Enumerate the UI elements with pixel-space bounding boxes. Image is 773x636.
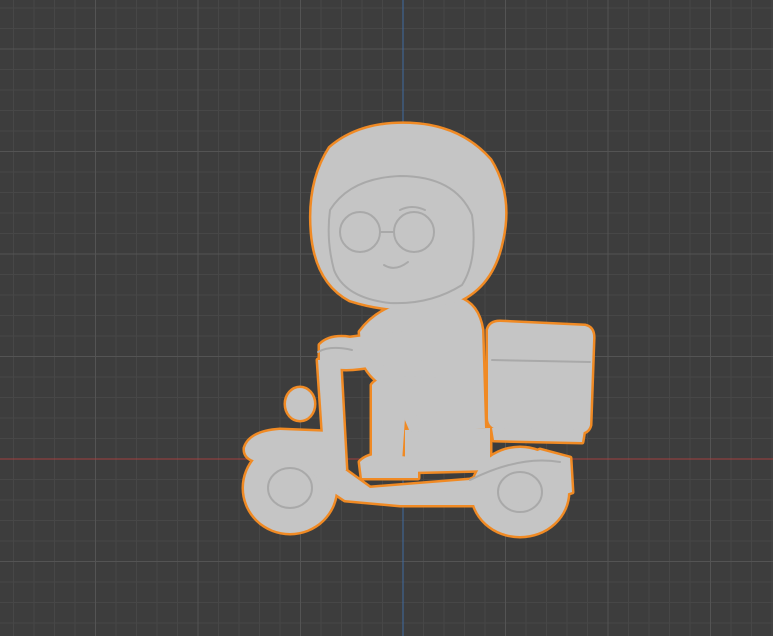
3d-viewport[interactable] bbox=[0, 0, 773, 636]
rider-on-scooter-model[interactable] bbox=[241, 121, 596, 539]
viewport-canvas[interactable] bbox=[0, 0, 773, 636]
